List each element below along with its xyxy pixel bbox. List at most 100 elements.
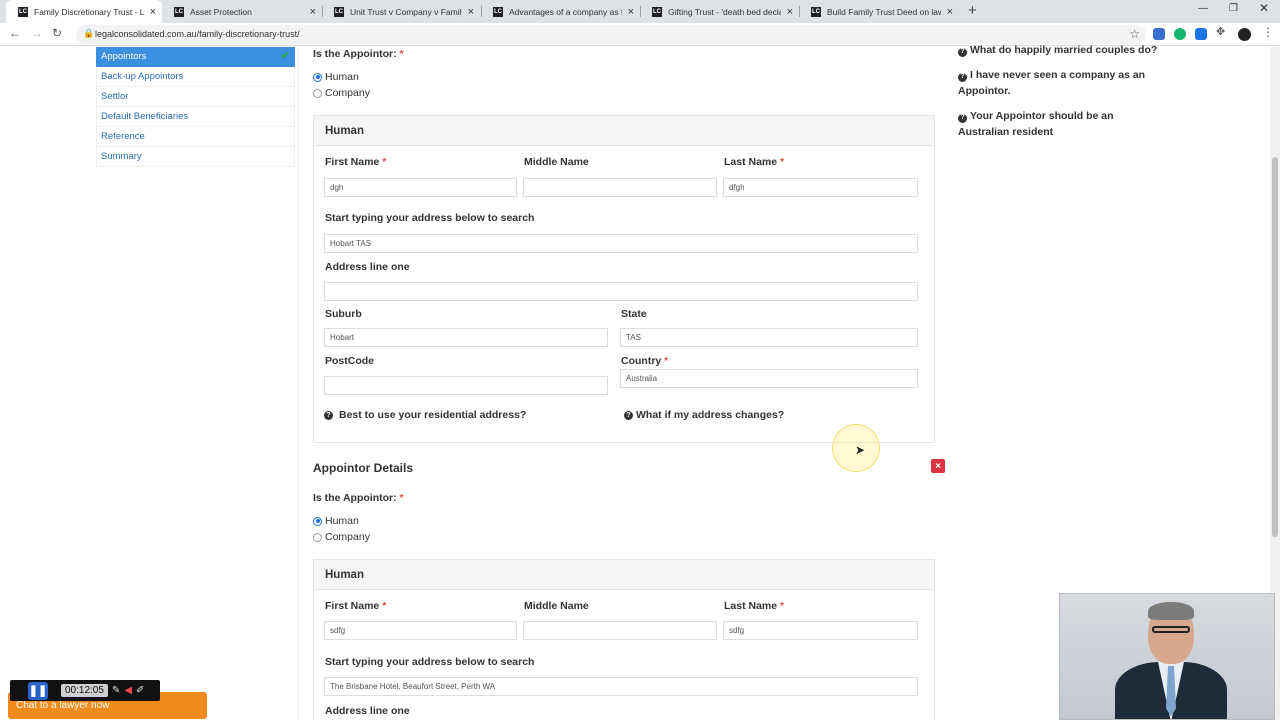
appointor-details-title: Appointor Details: [313, 461, 414, 475]
middle-name-input[interactable]: [523, 178, 717, 197]
sidebar-item-default-beneficiaries[interactable]: Default Beneficiaries: [96, 107, 295, 127]
last-name-input[interactable]: sdfg: [723, 621, 918, 640]
browser-tab-1[interactable]: LC Family Discretionary Trust - Lega ×: [6, 0, 162, 23]
last-name-label: Last Name *: [724, 600, 784, 612]
label-text: Last Name: [724, 600, 778, 612]
browser-tab-6[interactable]: LC Build Family Trust Deed on law fi ×: [799, 0, 959, 23]
close-tab-icon[interactable]: ×: [628, 6, 634, 18]
sidebar-item-appointors[interactable]: Appointors ✔: [96, 47, 295, 67]
address-search-input[interactable]: The Brisbane Hotel, Beaufort Street, Per…: [324, 677, 918, 696]
menu-dots-icon[interactable]: ⋮: [1262, 25, 1274, 39]
scrollbar-thumb[interactable]: [1272, 157, 1278, 537]
close-tab-icon[interactable]: ×: [468, 6, 474, 18]
panel-title: Human: [314, 560, 934, 590]
pause-icon[interactable]: ❚❚: [28, 681, 48, 700]
radio-human[interactable]: Human: [313, 71, 359, 83]
address-line-label: Address line one: [325, 705, 410, 717]
radio-dot[interactable]: [313, 516, 322, 526]
recording-time: 00:12:05: [61, 684, 108, 697]
question-text: Is the Appointor:: [313, 492, 397, 504]
close-tab-icon[interactable]: ×: [150, 6, 156, 18]
sidebar-item-reference[interactable]: Reference: [96, 127, 295, 147]
address-line-input[interactable]: [324, 282, 918, 301]
profile-avatar[interactable]: [1238, 28, 1251, 41]
last-name-label: Last Name *: [724, 156, 784, 168]
required-mark: *: [664, 355, 669, 367]
mic-icon[interactable]: ✎: [112, 685, 120, 696]
forward-icon[interactable]: →: [31, 26, 43, 40]
tab-title: Family Discretionary Trust - Lega: [34, 6, 144, 17]
postcode-input[interactable]: [324, 376, 608, 395]
sidebar-item-settlor[interactable]: Settlor: [96, 87, 295, 107]
required-mark: *: [382, 156, 387, 168]
close-tab-icon[interactable]: ×: [787, 6, 793, 18]
url-text: legalconsolidated.com.au/family-discreti…: [95, 29, 300, 39]
question-circle-icon: ?: [958, 72, 967, 82]
help-australian-resident[interactable]: ? Your Appointor should be an Australian …: [958, 108, 1158, 140]
browser-tab-2[interactable]: LC Asset Protection ×: [162, 0, 322, 23]
new-tab-icon[interactable]: +: [968, 2, 977, 19]
required-mark: *: [399, 48, 404, 60]
browser-tab-3[interactable]: LC Unit Trust v Company v Family Tr ×: [322, 0, 480, 23]
help-residential-address[interactable]: ? Best to use your residential address?: [324, 409, 526, 421]
radio-dot[interactable]: [313, 532, 322, 542]
tab-title: Unit Trust v Company v Family Tr: [350, 6, 462, 17]
suburb-input[interactable]: Hobart: [324, 328, 608, 347]
remove-appointor-button[interactable]: ×: [931, 459, 945, 473]
state-input[interactable]: TAS: [620, 328, 918, 347]
sidebar-item-backup-appointors[interactable]: Back-up Appointors: [96, 67, 295, 87]
first-name-label: First Name *: [325, 156, 386, 168]
mouse-pointer-icon: ➤: [855, 443, 866, 457]
puzzle-extensions-icon[interactable]: ✥: [1216, 25, 1228, 38]
required-mark: *: [780, 156, 785, 168]
window-close-icon[interactable]: ✕: [1259, 1, 1269, 15]
browser-tab-4[interactable]: LC Advantages of a company as trus ×: [481, 0, 640, 23]
radio-dot[interactable]: [313, 88, 322, 98]
first-name-input[interactable]: sdfg: [324, 621, 517, 640]
mute-icon[interactable]: ◀: [124, 685, 132, 696]
minimize-icon[interactable]: —: [1198, 3, 1208, 14]
help-text: I have never seen a company as an Appoin…: [958, 69, 1146, 97]
back-icon[interactable]: ←: [9, 26, 21, 40]
radio-human[interactable]: Human: [313, 515, 359, 527]
browser-tab-5[interactable]: LC Gifting Trust - 'death bed declar ×: [640, 0, 799, 23]
lc-favicon-icon: LC: [493, 6, 503, 17]
radio-label: Human: [325, 515, 359, 527]
middle-name-input[interactable]: [523, 621, 717, 640]
tab-title: Asset Protection: [190, 6, 252, 17]
help-married-couples[interactable]: ? What do happily married couples do?: [958, 42, 1158, 58]
required-mark: *: [780, 600, 785, 612]
help-company-appointor[interactable]: ? I have never seen a company as an Appoi…: [958, 67, 1158, 99]
bookmark-star-icon[interactable]: ☆: [1129, 27, 1140, 41]
sidebar-item-label: Back-up Appointors: [101, 71, 184, 82]
reload-icon[interactable]: ↻: [52, 26, 62, 40]
radio-company[interactable]: Company: [313, 87, 370, 99]
close-tab-icon[interactable]: ×: [947, 6, 953, 18]
lock-icon: 🔒: [83, 28, 95, 38]
sidebar-item-label: Reference: [101, 131, 145, 142]
address-line-label: Address line one: [325, 261, 410, 273]
pen-icon[interactable]: ✐: [136, 685, 144, 696]
grammarly-icon[interactable]: [1174, 28, 1186, 40]
restore-icon[interactable]: ❐: [1229, 3, 1238, 14]
screen-recorder-bar: ❚❚ 00:12:05 ✎ ◀ ✐: [10, 680, 160, 701]
radio-label: Company: [325, 531, 370, 543]
first-name-input[interactable]: dgh: [324, 178, 517, 197]
help-address-changes[interactable]: ? What if my address changes?: [624, 409, 784, 421]
extension-icon[interactable]: [1195, 28, 1207, 40]
country-input[interactable]: Australia: [620, 369, 918, 388]
radio-dot[interactable]: [313, 72, 322, 82]
chat-label: Chat to a lawyer now: [16, 700, 110, 711]
question-circle-icon: ?: [958, 47, 967, 57]
sidebar-item-summary[interactable]: Summary: [96, 147, 295, 167]
last-name-input[interactable]: dfgh: [723, 178, 918, 197]
form-step-sidebar: Appointors ✔ Back-up Appointors Settlor …: [96, 47, 295, 167]
address-search-input[interactable]: Hobart TAS: [324, 234, 918, 253]
radio-label: Human: [325, 71, 359, 83]
label-text: First Name: [325, 156, 380, 168]
close-tab-icon[interactable]: ×: [310, 6, 316, 18]
radio-company[interactable]: Company: [313, 531, 370, 543]
state-label: State: [621, 308, 647, 320]
appointor-form: Is the Appointor: * Human Company Human …: [298, 47, 948, 720]
extension-icon[interactable]: [1153, 28, 1165, 40]
